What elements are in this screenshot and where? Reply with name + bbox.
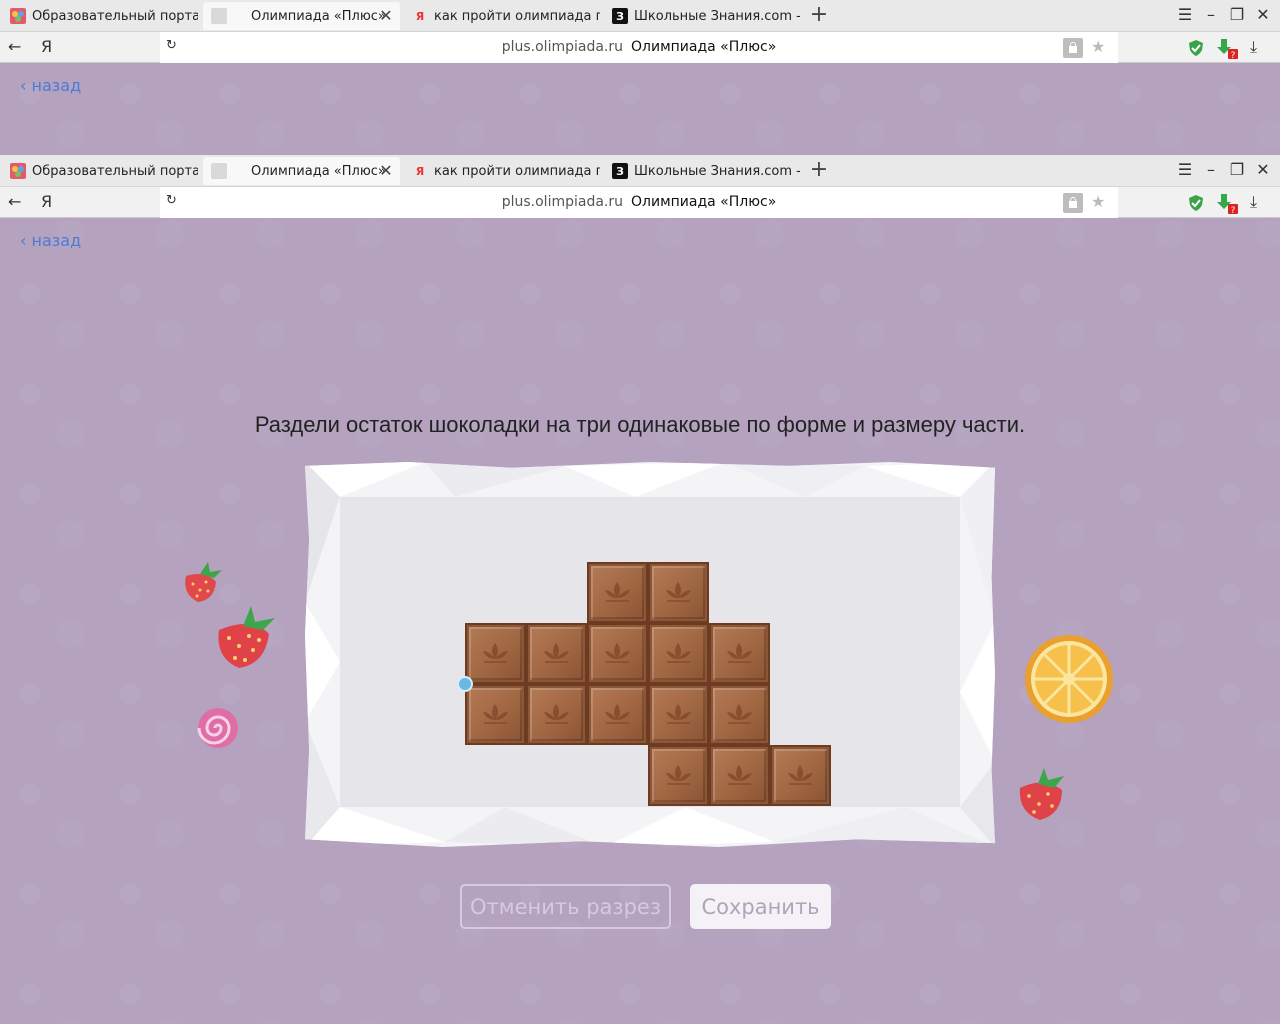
tab-yandex-search[interactable]: Я как пройти олимпиада плк: [404, 157, 600, 185]
blank-page-icon: [211, 8, 227, 24]
back-arrow-icon[interactable]: ←: [8, 37, 21, 56]
orange-slice-icon: [1025, 635, 1113, 723]
chocolate-piece[interactable]: [770, 745, 831, 806]
tab-znanija[interactable]: З Школьные Знания.com - Ре: [604, 2, 800, 30]
chocolate-piece[interactable]: [648, 623, 709, 684]
lock-icon[interactable]: [1063, 38, 1083, 58]
leaf-emboss-icon: [666, 704, 691, 724]
leaf-emboss-icon: [483, 643, 508, 663]
strawberry-large-icon: [218, 606, 275, 668]
leaf-emboss-icon: [666, 582, 691, 602]
url-page-title: Олимпиада «Плюс»: [631, 39, 777, 55]
browser-chrome-main: Образовательный портал н Олимпиада «Плюс…: [0, 155, 1280, 218]
tab-olympiad-portal[interactable]: Образовательный портал н: [2, 2, 198, 30]
minimize-icon[interactable]: –: [1200, 4, 1222, 26]
yandex-logo[interactable]: Я: [41, 37, 52, 56]
protect-shield-icon[interactable]: [1187, 39, 1205, 57]
downloads-extension-icon[interactable]: ?: [1215, 192, 1241, 216]
new-tab-button[interactable]: +: [808, 4, 830, 26]
tab-strip: Образовательный портал н Олимпиада «Плюс…: [0, 0, 1280, 32]
leaf-emboss-icon: [483, 704, 508, 724]
back-arrow-icon[interactable]: ←: [8, 192, 21, 211]
chocolate-piece[interactable]: [587, 562, 648, 623]
znanija-icon: З: [612, 163, 628, 179]
chocolate-piece[interactable]: [648, 745, 709, 806]
download-icon[interactable]: ⤓: [1250, 192, 1257, 212]
menu-icon[interactable]: ☰: [1174, 4, 1196, 26]
close-tab-icon[interactable]: ✕: [376, 6, 396, 26]
leaf-emboss-icon: [605, 704, 630, 724]
url-field[interactable]: ↻ plus.olimpiada.ru Олимпиада «Плюс»: [160, 32, 1118, 63]
chocolate-piece[interactable]: [648, 684, 709, 745]
bookmark-star-icon[interactable]: ★: [1091, 37, 1105, 56]
leaf-emboss-icon: [605, 582, 630, 602]
chocolate-piece[interactable]: [648, 562, 709, 623]
downloads-extension-icon[interactable]: ?: [1215, 37, 1241, 61]
tab-znanija[interactable]: З Школьные Знания.com - Ре: [604, 157, 800, 185]
leaf-emboss-icon: [544, 704, 569, 724]
url-page-title: Олимпиада «Плюс»: [631, 194, 777, 210]
task-instruction: Раздели остаток шоколадки на три одинако…: [254, 412, 1026, 437]
new-tab-button[interactable]: +: [808, 159, 830, 181]
chocolate-piece[interactable]: [709, 745, 770, 806]
chocolate-piece[interactable]: [587, 623, 648, 684]
leaf-emboss-icon: [727, 704, 752, 724]
tab-olympiad-portal[interactable]: Образовательный портал н: [2, 157, 198, 185]
chevron-left-icon: ‹: [20, 76, 32, 95]
leaf-emboss-icon: [666, 643, 691, 663]
chocolate-piece[interactable]: [709, 684, 770, 745]
yandex-icon: Я: [415, 164, 425, 178]
minimize-icon[interactable]: –: [1200, 159, 1222, 181]
chocolate-piece[interactable]: [587, 684, 648, 745]
yandex-logo[interactable]: Я: [41, 192, 52, 211]
restore-icon[interactable]: ❐: [1226, 4, 1248, 26]
url-domain: plus.olimpiada.ru: [501, 39, 623, 55]
chocolate-piece[interactable]: [526, 623, 587, 684]
tab-strip: Образовательный портал н Олимпиада «Плюс…: [0, 155, 1280, 187]
chocolate-piece[interactable]: [526, 684, 587, 745]
olympiad-logo-icon: [10, 8, 26, 24]
protect-shield-icon[interactable]: [1187, 194, 1205, 212]
svg-text:?: ?: [1231, 206, 1236, 216]
menu-icon[interactable]: ☰: [1174, 159, 1196, 181]
tab-olimpiada-plus[interactable]: Олимпиада «Плюс» ✕: [203, 157, 400, 185]
back-link[interactable]: ‹ назад: [20, 231, 81, 250]
yandex-icon: Я: [415, 9, 425, 23]
url-domain: plus.olimpiada.ru: [501, 194, 623, 210]
tab-yandex-search[interactable]: Я как пройти олимпиада плк: [404, 2, 600, 30]
close-tab-icon[interactable]: ✕: [376, 161, 396, 181]
tab-olimpiada-plus[interactable]: Олимпиада «Плюс» ✕: [203, 2, 400, 30]
chocolate-piece[interactable]: [465, 684, 526, 745]
chocolate-piece[interactable]: [709, 623, 770, 684]
lock-icon[interactable]: [1063, 193, 1083, 213]
strawberry-small-icon: [185, 562, 222, 602]
olympiad-logo-icon: [10, 163, 26, 179]
candy-swirl-icon: [197, 708, 238, 748]
leaf-emboss-icon: [605, 643, 630, 663]
leaf-emboss-icon: [727, 643, 752, 663]
strawberry-right-icon: [1019, 768, 1064, 820]
chevron-left-icon: ‹: [20, 231, 32, 250]
cut-point-handle[interactable]: [457, 676, 473, 692]
download-icon[interactable]: ⤓: [1250, 37, 1257, 57]
restore-icon[interactable]: ❐: [1226, 159, 1248, 181]
leaf-emboss-icon: [788, 765, 813, 785]
leaf-emboss-icon: [666, 765, 691, 785]
close-window-icon[interactable]: ✕: [1252, 4, 1274, 26]
back-link-top[interactable]: ‹ назад: [20, 76, 81, 95]
leaf-emboss-icon: [544, 643, 569, 663]
chocolate-piece[interactable]: [465, 623, 526, 684]
browser-chrome-top: Образовательный портал н Олимпиада «Плюс…: [0, 0, 1280, 63]
address-bar: ← Я ↻ plus.olimpiada.ru Олимпиада «Плюс» …: [0, 32, 1280, 63]
close-window-icon[interactable]: ✕: [1252, 159, 1274, 181]
blank-page-icon: [211, 163, 227, 179]
svg-text:?: ?: [1231, 51, 1236, 61]
address-bar: ← Я ↻ plus.olimpiada.ru Олимпиада «Плюс» …: [0, 187, 1280, 218]
znanija-icon: З: [612, 8, 628, 24]
save-button[interactable]: Сохранить: [690, 884, 831, 929]
bookmark-star-icon[interactable]: ★: [1091, 192, 1105, 211]
leaf-emboss-icon: [727, 765, 752, 785]
cancel-cut-button[interactable]: Отменить разрез: [460, 884, 671, 929]
url-field[interactable]: ↻ plus.olimpiada.ru Олимпиада «Плюс»: [160, 187, 1118, 218]
